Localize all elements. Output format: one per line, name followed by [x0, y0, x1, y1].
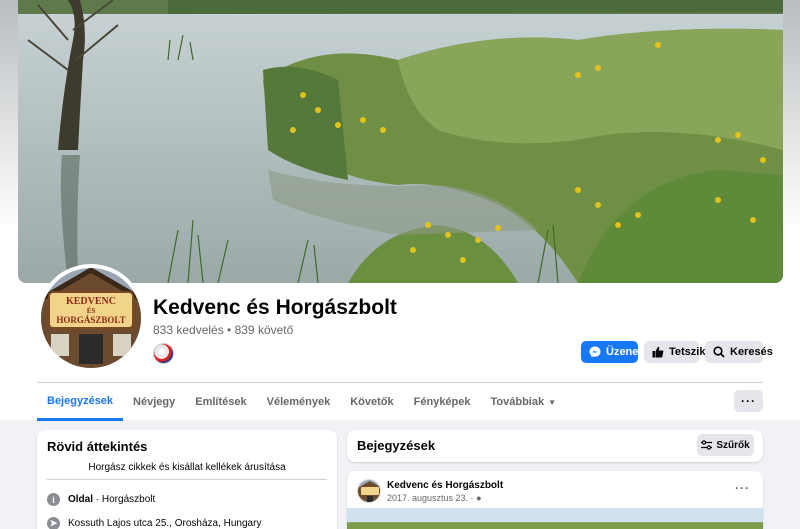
post-author-avatar[interactable] — [357, 479, 381, 503]
tab-photos[interactable]: Fényképek — [404, 383, 481, 421]
message-button-label: Üzenet — [606, 346, 643, 358]
tab-reviews[interactable]: Vélemények — [257, 383, 341, 421]
caret-down-icon: ▼ — [548, 397, 557, 407]
sliders-icon — [701, 440, 713, 450]
post-menu-button[interactable]: ··· — [735, 481, 750, 495]
follower-avatar[interactable] — [153, 343, 174, 364]
posts-title: Bejegyzések — [357, 438, 436, 453]
tab-posts[interactable]: Bejegyzések — [37, 383, 124, 421]
intro-category-value: · Horgászbolt — [93, 494, 156, 505]
logo-line-3: HORGÁSZBOLT — [56, 315, 125, 325]
message-button[interactable]: Üzenet — [581, 341, 642, 363]
globe-icon: ● — [476, 493, 482, 503]
tab-followers[interactable]: Követők — [340, 383, 403, 421]
location-icon: ➤ — [47, 517, 60, 529]
intro-description: Horgász cikkek és kisállat kellékek árus… — [88, 462, 286, 473]
intro-address-row: ➤ Kossuth Lajos utca 25., Orosháza, Hung… — [47, 517, 261, 529]
post-date[interactable]: 2017. augusztus 23. · ● — [387, 493, 482, 503]
tab-more[interactable]: Továbbiak ▼ — [481, 383, 567, 421]
page-avatar[interactable]: KEDVENC ÉS HORGÁSZBOLT — [37, 264, 145, 372]
page-stats[interactable]: 833 kedvelés • 839 követő — [153, 323, 293, 337]
intro-category-row: i Oldal · Horgászbolt — [47, 493, 155, 506]
like-button[interactable]: Tetszik — [644, 341, 705, 363]
post-date-text: 2017. augusztus 23. · — [387, 493, 477, 503]
post-author[interactable]: Kedvenc és Horgászbolt — [387, 480, 503, 491]
intro-address[interactable]: Kossuth Lajos utca 25., Orosháza, Hungar… — [68, 518, 261, 529]
thumbs-up-icon — [652, 346, 664, 358]
filter-button-label: Szűrők — [716, 439, 750, 451]
like-button-label: Tetszik — [669, 346, 706, 358]
search-button[interactable]: Keresés — [705, 341, 773, 363]
info-icon: i — [47, 493, 60, 506]
posts-header-card: Bejegyzések Szűrők — [347, 430, 763, 462]
search-button-label: Keresés — [730, 346, 773, 358]
cover-photo[interactable] — [18, 0, 783, 283]
logo-line-2: ÉS — [87, 307, 96, 315]
intro-divider — [47, 479, 327, 480]
messenger-icon — [589, 346, 601, 358]
intro-title: Rövid áttekintés — [47, 439, 148, 454]
logo-line-1: KEDVENC — [66, 296, 116, 307]
more-options-button[interactable]: ··· — [734, 390, 763, 412]
search-icon — [713, 346, 725, 358]
tab-mentions[interactable]: Említések — [185, 383, 256, 421]
tab-more-label: Továbbiak — [490, 396, 545, 408]
intro-card: Rövid áttekintés Horgász cikkek és kisál… — [37, 430, 337, 529]
post-card: Kedvenc és Horgászbolt 2017. augusztus 2… — [347, 471, 763, 529]
post-image[interactable] — [347, 508, 763, 529]
page-tabs: Bejegyzések Névjegy Említések Vélemények… — [37, 383, 566, 421]
intro-category-label: Oldal — [68, 494, 94, 505]
tab-about[interactable]: Névjegy — [123, 383, 185, 421]
page-title: Kedvenc és Horgászbolt — [153, 296, 397, 319]
intro-category: Oldal · Horgászbolt — [68, 494, 155, 505]
filter-button[interactable]: Szűrők — [697, 434, 754, 456]
